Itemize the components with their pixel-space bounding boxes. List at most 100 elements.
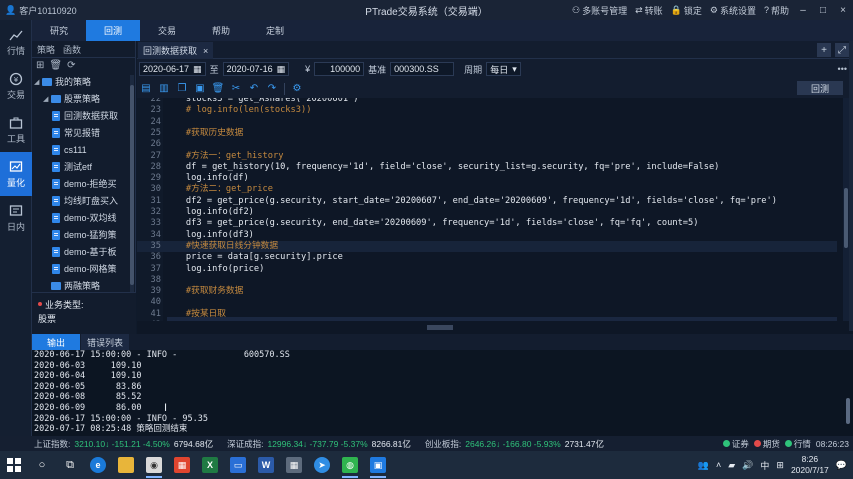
more-icon[interactable]: •••	[838, 64, 847, 74]
code-line[interactable]: 30 #方法二：get_price	[137, 184, 837, 195]
tree-file[interactable]: demo-拒绝买	[32, 175, 135, 192]
tree-file[interactable]: demo-猛狗策	[32, 226, 135, 243]
tree-file[interactable]: demo-基于板	[32, 243, 135, 260]
undo-icon[interactable]: ↶	[248, 83, 260, 95]
app-icon-1[interactable]: ◉	[140, 451, 168, 479]
capital-input[interactable]: 100000	[314, 62, 365, 76]
delete-icon[interactable]: 🗑	[49, 60, 62, 71]
tree-file[interactable]: cs111	[32, 141, 135, 158]
calculator-icon[interactable]: ▦	[280, 451, 308, 479]
transfer-button[interactable]: ⇄ 转账	[635, 4, 663, 17]
tab-error-list[interactable]: 错误列表	[81, 334, 129, 350]
code-line[interactable]: 34 log.info(df3)	[137, 230, 837, 241]
close-button[interactable]: ×	[837, 5, 849, 16]
code-editor[interactable]: 22 stocks3 = get_Ashares("20200601") 23 #…	[137, 98, 849, 321]
menu-trade[interactable]: 交易	[140, 20, 194, 41]
start-date-input[interactable]: 2020-06-17 ▦	[139, 62, 206, 76]
app-icon-3[interactable]: ▭	[224, 451, 252, 479]
run-backtest-button[interactable]: 回测	[797, 81, 843, 95]
tree-file[interactable]: demo-双均线	[32, 209, 135, 226]
code-line[interactable]: 29 log.info(df)	[137, 173, 837, 184]
code-line[interactable]: 23 # log.info(len(stocks3))	[137, 105, 837, 116]
code-line[interactable]: 36 price = data[g.security].price	[137, 252, 837, 263]
ime-indicator[interactable]: 中	[760, 459, 769, 472]
code-line[interactable]: 26	[137, 139, 837, 150]
code-line[interactable]: 24	[137, 117, 837, 128]
tab-file-backtest-data[interactable]: 回测数据获取 ×	[138, 42, 214, 59]
close-tab-icon[interactable]: ×	[203, 46, 208, 56]
tree-file[interactable]: 回测数据获取	[32, 107, 135, 124]
code-line[interactable]: 28 df = get_history(10, frequency='1d', …	[137, 162, 837, 173]
nav-intraday[interactable]: 日内	[0, 196, 32, 240]
settings-icon[interactable]: ⚙	[291, 83, 303, 95]
cut-icon[interactable]: ✂	[230, 83, 242, 95]
file-explorer-icon[interactable]	[112, 451, 140, 479]
menu-research[interactable]: 研究	[32, 20, 86, 41]
people-icon[interactable]: 👥	[698, 460, 709, 471]
app-icon-2[interactable]: ▦	[168, 451, 196, 479]
start-button[interactable]	[0, 451, 28, 479]
lock-button[interactable]: 🔒 锁定	[671, 4, 702, 17]
save-as-icon[interactable]: ▥	[158, 83, 170, 95]
add-tab-button[interactable]: +	[817, 43, 831, 57]
edge-browser-icon[interactable]: e	[84, 451, 112, 479]
tree-file[interactable]: demo-网格策	[32, 260, 135, 277]
search-icon[interactable]: ○	[28, 451, 56, 479]
task-view-icon[interactable]: ⧉	[56, 451, 84, 479]
app-icon-4[interactable]: ➤	[308, 451, 336, 479]
expand-arrow-icon[interactable]: ◢	[43, 95, 51, 103]
delete-icon[interactable]: 🗑	[212, 83, 225, 95]
code-line[interactable]: 38	[137, 275, 837, 286]
code-line[interactable]: 33 df3 = get_price(g.security, end_date=…	[137, 218, 837, 229]
chevron-up-icon[interactable]: ˄	[716, 460, 721, 470]
volume-icon[interactable]: 🔊	[742, 460, 753, 471]
excel-icon[interactable]: X	[196, 451, 224, 479]
ptrade-icon[interactable]: ▣	[364, 451, 392, 479]
word-icon[interactable]: W	[252, 451, 280, 479]
output-scrollbar[interactable]	[846, 398, 850, 424]
help-button[interactable]: ? 帮助	[764, 4, 789, 17]
tab-output[interactable]: 输出	[32, 334, 80, 350]
code-line[interactable]: 27 #方法一：get_history	[137, 151, 837, 162]
redo-icon[interactable]: ↷	[266, 83, 278, 95]
account-info[interactable]: 👤 客户10110920	[5, 4, 205, 17]
expand-arrow-icon[interactable]: ◢	[34, 78, 42, 86]
tab-functions[interactable]: 函数	[63, 43, 81, 56]
system-clock[interactable]: 8:26 2020/7/17	[791, 454, 829, 476]
multi-account-button[interactable]: ⚇ 多账号管理	[572, 4, 627, 17]
nav-trade[interactable]: ¥ 交易	[0, 64, 32, 108]
sidebar-scrollbar[interactable]	[130, 75, 134, 315]
menu-help[interactable]: 帮助	[194, 20, 248, 41]
tree-file[interactable]: 均线盯盘买入	[32, 192, 135, 209]
refresh-icon[interactable]: ⟳	[67, 60, 75, 71]
wechat-icon[interactable]: ◍	[336, 451, 364, 479]
tab-strategy[interactable]: 策略	[37, 43, 55, 56]
code-line[interactable]: 35 #快速获取日线分钟数据	[137, 240, 837, 252]
menu-custom[interactable]: 定制	[248, 20, 302, 41]
output-log[interactable]: 2020-06-17 15:00:00 - INFO - 600570.SS 20…	[32, 350, 853, 436]
copy-icon[interactable]: ❐	[176, 83, 188, 95]
notification-icon[interactable]: 💬	[836, 460, 847, 471]
save-icon[interactable]: ▤	[140, 83, 152, 95]
tree-folder[interactable]: ◢ 股票策略	[32, 90, 135, 107]
end-date-input[interactable]: 2020-07-16 ▦	[222, 62, 290, 76]
maximize-button[interactable]: □	[817, 5, 829, 16]
minimize-button[interactable]: –	[797, 5, 809, 16]
tree-folder[interactable]: ◢ 我的策略	[32, 73, 135, 90]
code-line[interactable]: 37 log.info(price)	[137, 264, 837, 275]
paste-icon[interactable]: ▣	[194, 83, 206, 95]
benchmark-input[interactable]: 000300.SS	[390, 62, 455, 76]
code-line[interactable]: 32 log.info(df2)	[137, 207, 837, 218]
code-line[interactable]: 39 #获取财务数据	[137, 286, 837, 297]
add-icon[interactable]: ⊞	[36, 60, 44, 71]
nav-market[interactable]: 行情	[0, 20, 32, 64]
code-line[interactable]: 22 stocks3 = get_Ashares("20200601")	[137, 98, 837, 105]
panel-splitter[interactable]	[137, 321, 853, 334]
period-select[interactable]: 每日 ▾	[486, 62, 521, 76]
nav-quant[interactable]: 量化	[0, 152, 32, 196]
network-icon[interactable]: ▰	[728, 460, 735, 471]
tree-file[interactable]: 常见报错	[32, 124, 135, 141]
nav-tools[interactable]: 工具	[0, 108, 32, 152]
ime-mode-icon[interactable]: ⊞	[776, 460, 784, 471]
tree-file[interactable]: 测试etf	[32, 158, 135, 175]
